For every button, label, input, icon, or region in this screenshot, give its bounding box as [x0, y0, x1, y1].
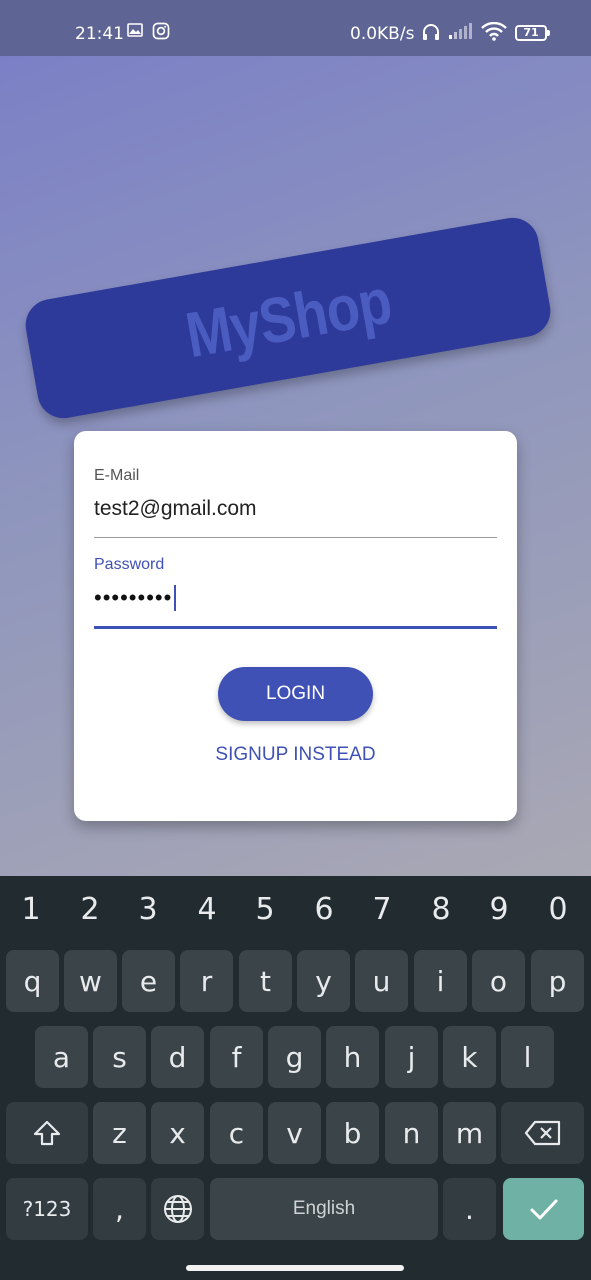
- key-a[interactable]: a: [35, 1026, 88, 1088]
- key-b[interactable]: b: [326, 1102, 379, 1164]
- period-key[interactable]: .: [443, 1178, 496, 1240]
- key-u[interactable]: u: [355, 950, 408, 1012]
- status-time: 21:41: [75, 24, 124, 44]
- backspace-icon: [524, 1120, 560, 1146]
- status-bar: 21:41 0.0KB/s 71: [0, 0, 591, 56]
- signal-icon: [448, 22, 474, 45]
- key-p[interactable]: p: [531, 950, 584, 1012]
- email-input[interactable]: test2@gmail.com: [94, 494, 497, 524]
- password-mask: •••••••••: [94, 585, 173, 610]
- key-6[interactable]: 6: [295, 892, 353, 927]
- text-cursor: [174, 585, 177, 611]
- brand-banner: MyShop: [21, 213, 555, 423]
- key-h[interactable]: h: [326, 1026, 379, 1088]
- key-7[interactable]: 7: [353, 892, 411, 927]
- password-input[interactable]: •••••••••: [94, 583, 497, 613]
- key-4[interactable]: 4: [178, 892, 236, 927]
- keyboard: 1 2 3 4 5 6 7 8 9 0 q w e r t y u i o p …: [0, 876, 591, 1280]
- shift-icon: [33, 1120, 61, 1146]
- language-key[interactable]: [151, 1178, 204, 1240]
- key-3[interactable]: 3: [119, 892, 177, 927]
- wifi-icon: [481, 21, 507, 47]
- login-button[interactable]: LOGIN: [218, 667, 373, 721]
- password-underline: [94, 626, 497, 629]
- battery-icon: 71: [515, 25, 550, 41]
- brand-title: MyShop: [180, 264, 396, 372]
- comma-key[interactable]: ,: [93, 1178, 146, 1240]
- space-bar[interactable]: English: [210, 1178, 438, 1240]
- email-field[interactable]: E-Mail test2@gmail.com: [94, 467, 497, 538]
- auth-card: E-Mail test2@gmail.com Password ••••••••…: [74, 431, 517, 821]
- shift-key[interactable]: [6, 1102, 88, 1164]
- key-k[interactable]: k: [443, 1026, 496, 1088]
- headphones-icon: [421, 22, 441, 47]
- password-label: Password: [94, 556, 165, 573]
- instagram-icon: [152, 22, 170, 45]
- key-i[interactable]: i: [414, 950, 467, 1012]
- number-row: 1 2 3 4 5 6 7 8 9 0: [0, 876, 591, 944]
- home-indicator[interactable]: [186, 1265, 404, 1271]
- signup-instead-button[interactable]: SIGNUP INSTEAD: [74, 744, 517, 766]
- gallery-icon: [127, 22, 143, 43]
- key-g[interactable]: g: [268, 1026, 321, 1088]
- key-o[interactable]: o: [472, 950, 525, 1012]
- key-1[interactable]: 1: [2, 892, 60, 927]
- globe-icon: [163, 1195, 192, 1223]
- checkmark-icon: [530, 1199, 557, 1220]
- key-r[interactable]: r: [180, 950, 233, 1012]
- password-field[interactable]: Password •••••••••: [94, 556, 497, 629]
- key-j[interactable]: j: [385, 1026, 438, 1088]
- key-s[interactable]: s: [93, 1026, 146, 1088]
- key-q[interactable]: q: [6, 950, 59, 1012]
- key-8[interactable]: 8: [412, 892, 470, 927]
- symbols-key[interactable]: ?123: [6, 1178, 88, 1240]
- app-background: MyShop E-Mail test2@gmail.com Password •…: [0, 56, 591, 876]
- key-z[interactable]: z: [93, 1102, 146, 1164]
- key-2[interactable]: 2: [61, 892, 119, 927]
- key-c[interactable]: c: [210, 1102, 263, 1164]
- key-d[interactable]: d: [151, 1026, 204, 1088]
- key-w[interactable]: w: [64, 950, 117, 1012]
- network-speed: 0.0KB/s: [350, 24, 415, 44]
- key-f[interactable]: f: [210, 1026, 263, 1088]
- key-y[interactable]: y: [297, 950, 350, 1012]
- key-x[interactable]: x: [151, 1102, 204, 1164]
- key-0[interactable]: 0: [529, 892, 587, 927]
- backspace-key[interactable]: [501, 1102, 584, 1164]
- email-underline: [94, 537, 497, 538]
- key-e[interactable]: e: [122, 950, 175, 1012]
- enter-key[interactable]: [503, 1178, 584, 1240]
- key-9[interactable]: 9: [470, 892, 528, 927]
- key-m[interactable]: m: [443, 1102, 496, 1164]
- key-l[interactable]: l: [501, 1026, 554, 1088]
- key-v[interactable]: v: [268, 1102, 321, 1164]
- key-n[interactable]: n: [385, 1102, 438, 1164]
- key-5[interactable]: 5: [236, 892, 294, 927]
- key-t[interactable]: t: [239, 950, 292, 1012]
- email-label: E-Mail: [94, 467, 140, 484]
